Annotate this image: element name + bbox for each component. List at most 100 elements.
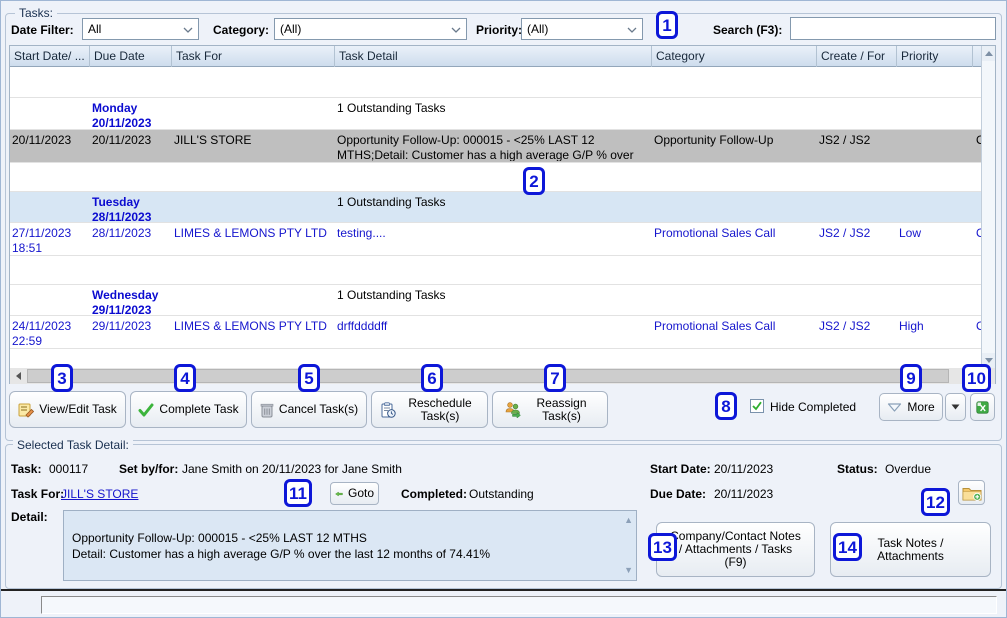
- date-filter-value: All: [88, 22, 101, 36]
- group-header-tuesday: Tuesday28/11/2023 1 Outstanding Tasks: [10, 192, 982, 223]
- date-filter-select[interactable]: All: [82, 18, 199, 40]
- cell-task-detail: Opportunity Follow-Up: 000015 - <25% LAS…: [335, 131, 652, 161]
- status-value: Overdue: [885, 462, 931, 476]
- annotation-9: 9: [900, 364, 922, 392]
- detail-text: Opportunity Follow-Up: 000015 - <25% LAS…: [72, 531, 490, 561]
- group-summary: 1 Outstanding Tasks: [335, 99, 652, 128]
- table-row[interactable]: 27/11/2023 18:51 28/11/2023 LIMES & LEMO…: [10, 223, 982, 256]
- reschedule-task-label: Reschedule Task(s): [401, 397, 479, 423]
- empty-row: [10, 256, 982, 285]
- excel-icon: [976, 399, 989, 416]
- selected-task-detail-label: Selected Task Detail:: [13, 438, 133, 452]
- more-label: More: [907, 401, 934, 414]
- trash-bin-icon: [260, 402, 274, 418]
- category-filter-label: Category:: [213, 23, 269, 37]
- detail-label: Detail:: [11, 510, 48, 524]
- table-row-selected[interactable]: 20/11/2023 20/11/2023 JILL'S STORE Oppor…: [10, 130, 982, 163]
- cell-task-for: JILL'S STORE: [172, 131, 335, 161]
- scroll-down-icon[interactable]: ▼: [624, 566, 633, 575]
- group-summary: 1 Outstanding Tasks: [335, 193, 652, 221]
- set-by-label: Set by/for:: [119, 462, 178, 476]
- priority-filter-label: Priority:: [476, 23, 522, 37]
- empty-row: [10, 67, 982, 98]
- annotation-2: 2: [523, 167, 545, 195]
- column-header-task-detail[interactable]: Task Detail: [335, 46, 652, 67]
- reassign-task-button[interactable]: Reassign Task(s): [492, 391, 608, 428]
- cell-task-detail: testing....: [335, 224, 652, 254]
- table-row[interactable]: 24/11/2023 22:59 29/11/2023 LIMES & LEMO…: [10, 316, 982, 349]
- detail-text-area[interactable]: Opportunity Follow-Up: 000015 - <25% LAS…: [63, 510, 637, 581]
- column-header-due-date[interactable]: Due Date: [90, 46, 172, 67]
- annotation-3: 3: [51, 364, 73, 392]
- set-by-value: Jane Smith on 20/11/2023 for Jane Smith: [182, 462, 402, 476]
- cell-start-date: 27/11/2023 18:51: [10, 224, 90, 254]
- more-dropdown-arrow-button[interactable]: [945, 393, 966, 421]
- column-header-task-for[interactable]: Task For: [172, 46, 335, 67]
- scroll-left-icon[interactable]: [10, 368, 26, 384]
- task-notes-attachments-label: Task Notes / Attachments: [863, 537, 958, 563]
- group-date: 28/11/2023: [92, 210, 151, 221]
- scroll-up-icon[interactable]: ▲: [624, 516, 633, 525]
- empty-row: [10, 163, 982, 192]
- company-contact-notes-label: Company/Contact Notes / Attachments / Ta…: [668, 530, 803, 569]
- triangle-down-icon: [887, 403, 902, 412]
- check-icon: [138, 402, 154, 418]
- date-filter-label: Date Filter:: [11, 23, 74, 37]
- reschedule-task-button[interactable]: Reschedule Task(s): [371, 391, 488, 428]
- chevron-down-icon: [627, 27, 637, 33]
- column-header-start-date[interactable]: Start Date/ ...: [10, 46, 90, 67]
- due-date-value: 20/11/2023: [714, 487, 773, 501]
- export-excel-button[interactable]: [970, 393, 995, 421]
- column-header-create-for[interactable]: Create / For: [817, 46, 897, 67]
- view-edit-task-button[interactable]: View/Edit Task: [9, 391, 126, 428]
- annotation-14: 14: [833, 533, 862, 561]
- cell-task-for: LIMES & LEMONS PTY LTD: [172, 317, 335, 347]
- cell-category: Opportunity Follow-Up: [652, 131, 817, 161]
- start-date-value: 20/11/2023: [714, 462, 773, 476]
- cell-priority: [897, 131, 973, 161]
- completed-value: Outstanding: [469, 487, 534, 501]
- tasks-window: Tasks: Date Filter: All Category: (All) …: [0, 0, 1007, 618]
- folder-add-icon: [962, 485, 982, 501]
- column-header-category[interactable]: Category: [652, 46, 817, 67]
- group-day: Tuesday: [92, 195, 140, 209]
- annotation-10: 10: [962, 364, 991, 392]
- status-label: Status:: [837, 462, 878, 476]
- complete-task-button[interactable]: Complete Task: [130, 391, 247, 428]
- task-for-link[interactable]: JILL'S STORE: [61, 487, 138, 501]
- more-button[interactable]: More: [879, 393, 943, 421]
- annotation-1: 1: [656, 11, 678, 39]
- tasks-table: Start Date/ ... Due Date Task For Task D…: [9, 45, 996, 384]
- cell-due-date: 29/11/2023: [90, 317, 172, 347]
- open-folder-button[interactable]: [958, 480, 985, 505]
- reassign-people-icon: [504, 401, 522, 418]
- group-date: 29/11/2023: [92, 303, 151, 314]
- due-date-label: Due Date:: [650, 487, 706, 501]
- cell-due-date: 20/11/2023: [90, 131, 172, 161]
- task-label: Task:: [11, 462, 41, 476]
- goto-button[interactable]: Goto: [330, 482, 379, 505]
- group-day: Wednesday: [92, 288, 158, 302]
- splitter-line: [1, 589, 1007, 591]
- company-contact-notes-button[interactable]: Company/Contact Notes / Attachments / Ta…: [656, 522, 815, 577]
- cancel-task-button[interactable]: Cancel Task(s): [251, 391, 367, 428]
- column-header-priority[interactable]: Priority: [897, 46, 973, 67]
- scroll-up-icon[interactable]: [982, 46, 995, 61]
- search-label: Search (F3):: [713, 23, 782, 37]
- reassign-task-label: Reassign Task(s): [527, 397, 597, 423]
- completed-label: Completed:: [401, 487, 467, 501]
- group-header-monday: Monday20/11/2023 1 Outstanding Tasks: [10, 98, 982, 130]
- search-input[interactable]: [790, 17, 996, 40]
- complete-task-label: Complete Task: [159, 403, 238, 416]
- priority-filter-select[interactable]: (All): [521, 18, 643, 40]
- scrollbar-thumb[interactable]: [27, 369, 949, 383]
- group-summary: 1 Outstanding Tasks: [335, 286, 652, 314]
- vertical-scrollbar[interactable]: [981, 46, 995, 368]
- category-filter-select[interactable]: (All): [274, 18, 467, 40]
- horizontal-scrollbar[interactable]: [10, 368, 982, 384]
- cell-create-for: JS2 / JS2: [817, 317, 897, 347]
- hide-completed-checkbox[interactable]: [750, 399, 764, 413]
- goto-arrow-icon: [335, 489, 343, 499]
- group-header-wednesday: Wednesday29/11/2023 1 Outstanding Tasks: [10, 285, 982, 316]
- cell-category: Promotional Sales Call: [652, 317, 817, 347]
